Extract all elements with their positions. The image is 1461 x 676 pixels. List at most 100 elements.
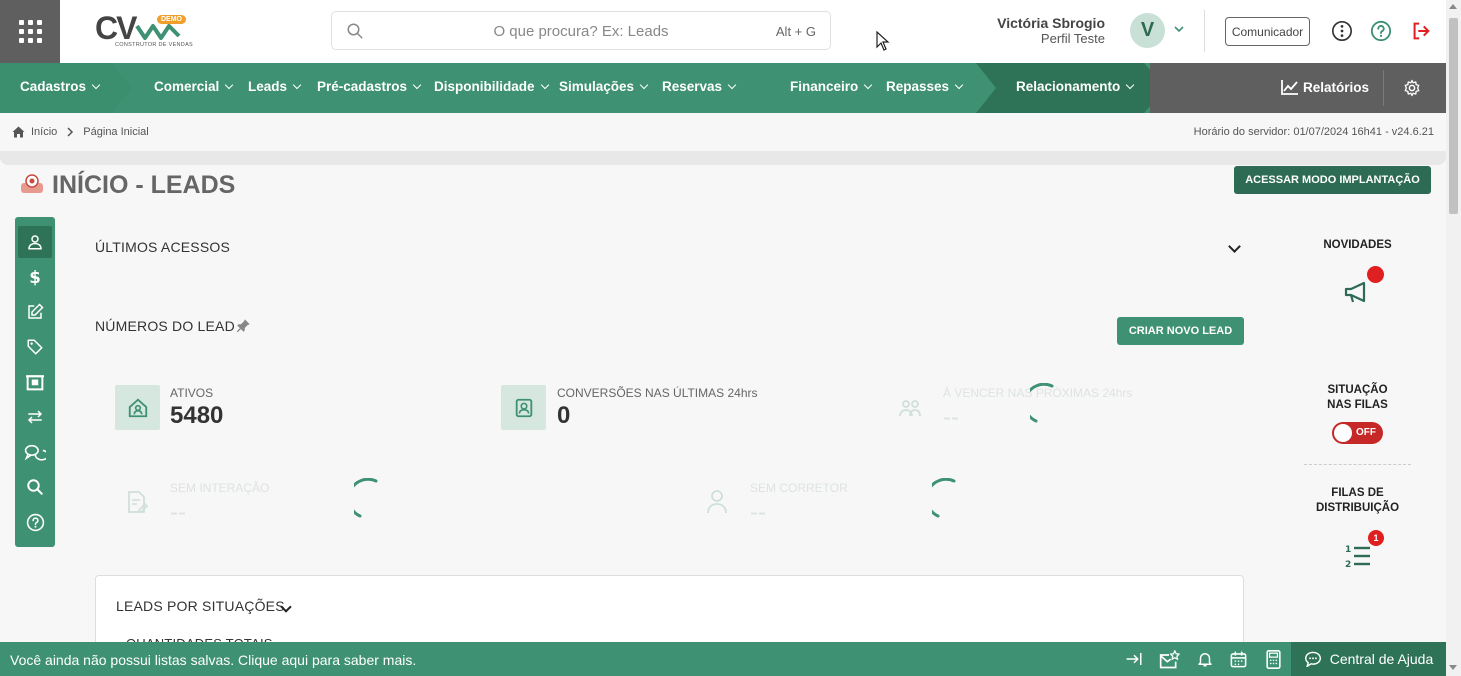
comunicador-button[interactable]: Comunicador: [1225, 17, 1310, 46]
numeros-lead-title: NÚMEROS DO LEAD: [95, 318, 235, 334]
sidebar-item-register[interactable]: [18, 366, 52, 398]
stat-value: --: [170, 499, 186, 526]
gear-icon[interactable]: [1403, 79, 1421, 97]
search-input[interactable]: O que procura? Ex: Leads Alt + G: [331, 11, 831, 50]
stat-conversoes-icon-box: [501, 385, 546, 430]
megaphone-icon[interactable]: [1342, 278, 1374, 306]
breadcrumb-home[interactable]: Início: [31, 126, 57, 138]
logo[interactable]: CV DEMO CONSTRUTOR DE VENDAS: [95, 10, 193, 52]
create-lead-button[interactable]: CRIAR NOVO LEAD: [1117, 317, 1244, 345]
stat-label: SEM CORRETOR: [750, 481, 848, 495]
chevron-down-icon: [1228, 240, 1241, 253]
left-sidebar: $: [15, 217, 55, 547]
header-divider: [1204, 10, 1205, 52]
nav-item-label: Relatórios: [1303, 79, 1370, 95]
cash-register-icon: [25, 375, 44, 391]
stat-value[interactable]: 5480: [170, 402, 223, 430]
apps-menu-button[interactable]: [0, 0, 60, 63]
logout-icon[interactable]: [1410, 20, 1432, 42]
sidebar-item-financial[interactable]: $: [18, 261, 52, 293]
grid-icon: [18, 20, 42, 43]
mouse-cursor-icon: [876, 31, 890, 51]
user-name[interactable]: Victória Sbrogio: [997, 15, 1105, 31]
ultimos-acessos-toggle[interactable]: [1228, 238, 1241, 256]
sidebar-item-leads[interactable]: [18, 226, 52, 258]
user-icon: [707, 490, 727, 514]
home-user-icon: [128, 398, 147, 417]
chevron-down-icon[interactable]: [1173, 24, 1185, 34]
nav-item-repasses[interactable]: Repasses: [886, 79, 964, 94]
sidebar-item-help[interactable]: [18, 506, 52, 538]
main-nav: Cadastros Comercial Leads Pré-cadastros …: [0, 63, 1446, 113]
implantacao-mode-button[interactable]: ACESSAR MODO IMPLANTAÇÃO: [1234, 166, 1431, 194]
calendar-icon[interactable]: [1229, 650, 1248, 669]
nav-item-reservas[interactable]: Reservas: [662, 79, 737, 94]
search-placeholder: O que procura? Ex: Leads: [493, 23, 669, 40]
nav-item-leads[interactable]: Leads: [248, 79, 302, 94]
calculator-icon[interactable]: [1265, 650, 1282, 669]
chevron-down-icon: [225, 80, 234, 89]
sidebar-item-tags[interactable]: [18, 331, 52, 363]
bottom-bar: Você ainda não possui listas salvas. Cli…: [0, 642, 1446, 676]
nav-item-disponibilidade[interactable]: Disponibilidade: [434, 79, 549, 94]
leads-por-situacoes-title[interactable]: LEADS POR SITUAÇÕES: [116, 598, 285, 614]
situacao-filas-toggle[interactable]: OFF: [1332, 422, 1383, 444]
sidebar-item-search[interactable]: [18, 471, 52, 503]
ordered-list-icon[interactable]: 1 2: [1344, 543, 1372, 569]
top-header: CV DEMO CONSTRUTOR DE VENDAS O que procu…: [0, 0, 1446, 63]
nav-item-label: Repasses: [886, 79, 950, 94]
situacao-label-l1: SITUAÇÃO: [1327, 384, 1388, 396]
nav-item-cadastros[interactable]: Cadastros: [20, 79, 101, 94]
sidebar-item-chat[interactable]: [18, 436, 52, 468]
scroll-thumb[interactable]: [1449, 18, 1458, 214]
svg-text:1: 1: [1345, 545, 1351, 555]
nav-item-label: Financeiro: [790, 79, 859, 94]
ultimos-acessos-title: ÚLTIMOS ACESSOS: [95, 239, 230, 255]
chevron-down-icon: [280, 601, 292, 613]
chevron-right-icon: [67, 127, 74, 137]
stat-label: ATIVOS: [170, 386, 214, 400]
sidebar-item-transfer[interactable]: [18, 401, 52, 433]
stat-value[interactable]: 0: [557, 402, 570, 430]
nav-item-label: Cadastros: [20, 79, 87, 94]
chat-bubbles-icon: [24, 444, 46, 461]
breadcrumb: Início Página Inicial: [12, 126, 149, 138]
nav-item-financeiro[interactable]: Financeiro: [790, 79, 873, 94]
search-shortcut: Alt + G: [775, 24, 816, 39]
server-time: Horário do servidor: 01/07/2024 16h41 - …: [1193, 126, 1434, 138]
more-options-icon[interactable]: [1331, 20, 1353, 42]
user-card-icon: [515, 398, 532, 417]
loading-spinner-icon: [354, 478, 378, 518]
chevron-down-icon: [540, 80, 549, 89]
stat-value: --: [750, 499, 766, 526]
right-panel-divider: [1304, 464, 1411, 465]
home-icon[interactable]: [12, 126, 25, 138]
mail-star-icon[interactable]: [1158, 650, 1180, 670]
nav-item-relatorios[interactable]: Relatórios: [1281, 79, 1369, 95]
scroll-down-arrow-icon[interactable]: [1449, 665, 1457, 670]
search-icon: [27, 479, 43, 495]
filas-label-l1: FILAS DE: [1331, 487, 1384, 499]
avatar[interactable]: V: [1130, 13, 1165, 48]
scroll-up-arrow-icon[interactable]: [1449, 4, 1457, 9]
nav-item-label: Leads: [248, 79, 288, 94]
collapse-right-icon[interactable]: [1125, 650, 1143, 668]
chevron-down-icon: [1126, 80, 1135, 89]
help-icon[interactable]: [1370, 20, 1392, 42]
leads-situacoes-toggle[interactable]: [280, 598, 292, 616]
pin-icon[interactable]: [236, 318, 251, 333]
help-center-button[interactable]: Central de Ajuda: [1291, 642, 1446, 676]
sidebar-item-edit[interactable]: [18, 296, 52, 328]
nav-item-relacionamento[interactable]: Relacionamento: [1016, 79, 1135, 94]
help-icon: [26, 513, 44, 531]
dollar-icon: $: [29, 268, 41, 287]
user-icon: [28, 235, 42, 250]
nav-item-simulacoes[interactable]: Simulações: [559, 79, 649, 94]
page-scrollbar[interactable]: [1446, 0, 1461, 676]
nav-item-pre-cadastros[interactable]: Pré-cadastros: [317, 79, 422, 94]
nav-item-comercial[interactable]: Comercial: [154, 79, 234, 94]
nav-item-label: Pré-cadastros: [317, 79, 408, 94]
bell-icon[interactable]: [1196, 650, 1214, 668]
saved-lists-message[interactable]: Você ainda não possui listas salvas. Cli…: [10, 652, 416, 668]
leads-target-icon: [21, 174, 43, 193]
